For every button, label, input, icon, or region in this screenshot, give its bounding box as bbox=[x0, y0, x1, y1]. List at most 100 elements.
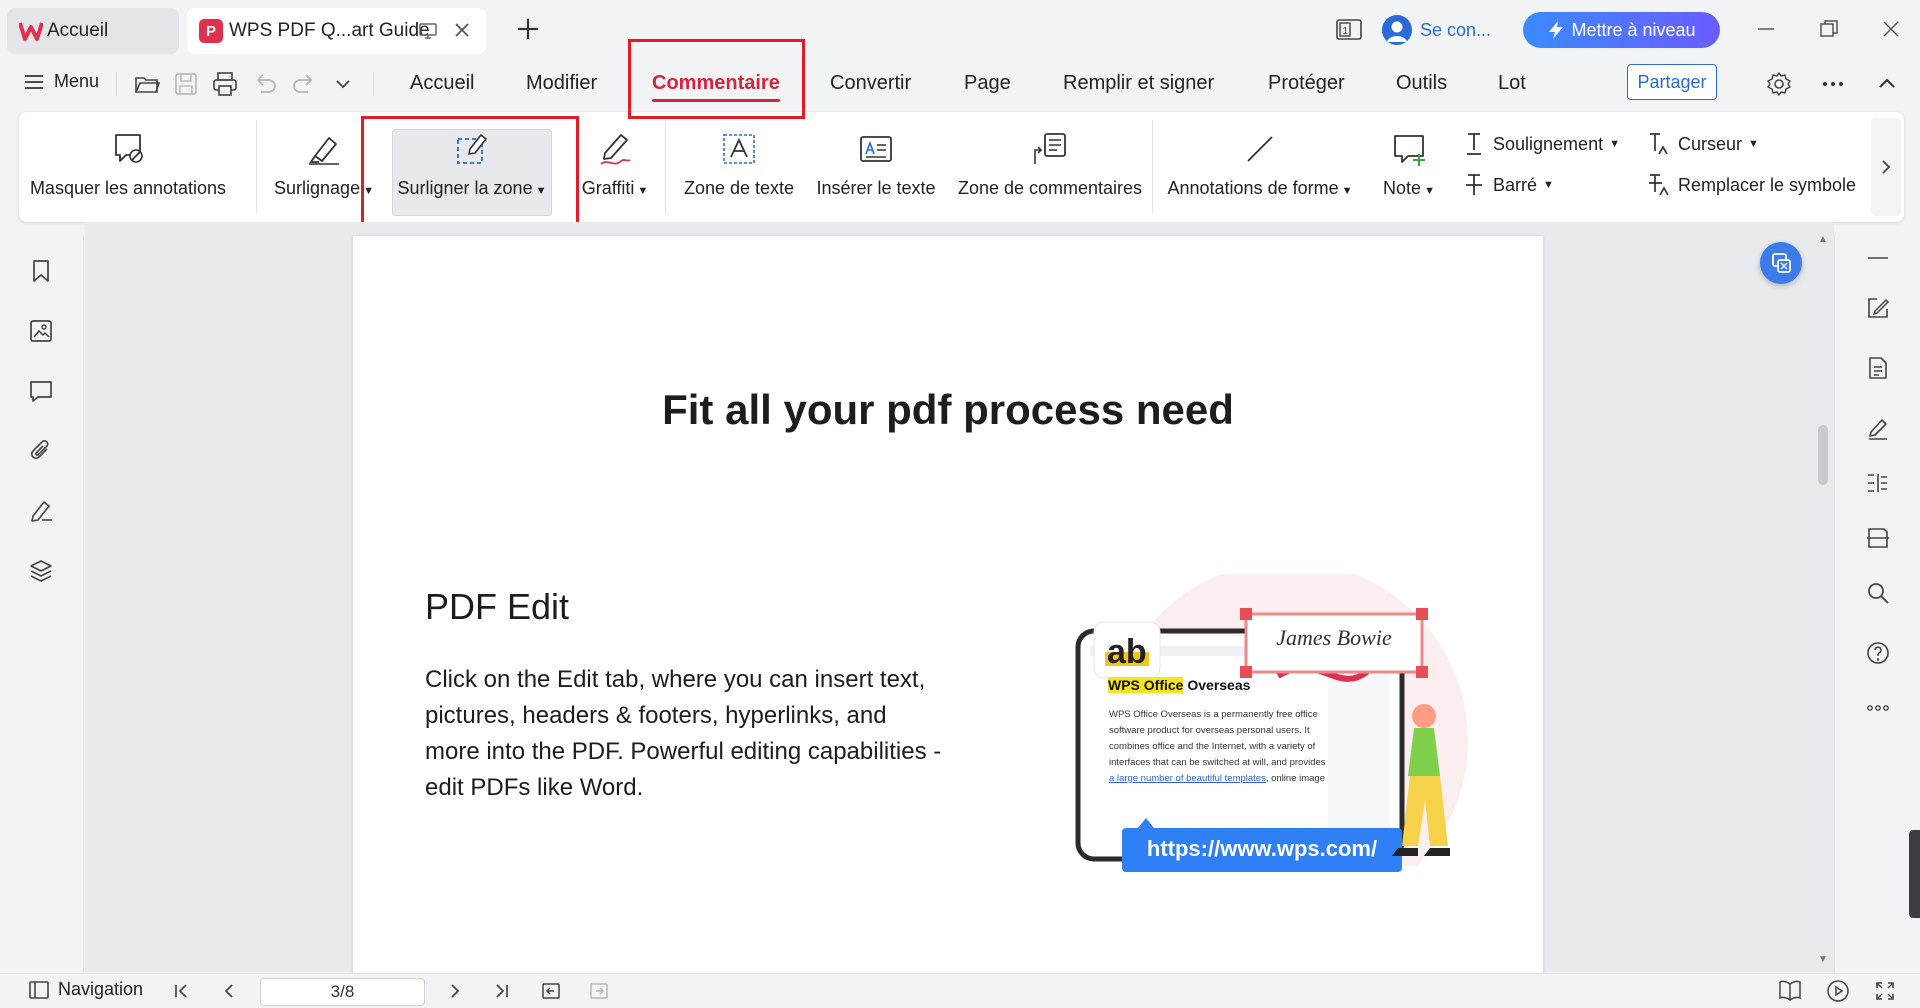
tab-lot[interactable]: Lot bbox=[1498, 72, 1526, 95]
monitor-icon[interactable] bbox=[418, 22, 438, 40]
hide-annotations-button[interactable]: Masquer les annotations bbox=[30, 112, 226, 222]
account-label: Se con... bbox=[1420, 19, 1492, 40]
title-bar: Accueil P WPS PDF Q...art Guide 1 Se con… bbox=[0, 0, 1920, 60]
illustration-line: software product for overseas personal u… bbox=[1109, 725, 1310, 736]
close-window-icon[interactable] bbox=[1880, 18, 1902, 40]
chevron-down-icon: ▼ bbox=[363, 185, 374, 197]
tab-outils[interactable]: Outils bbox=[1396, 72, 1447, 95]
separator bbox=[256, 120, 257, 214]
translate-float-button[interactable] bbox=[1760, 242, 1802, 284]
sign-pen-icon[interactable] bbox=[1865, 415, 1891, 441]
more-tools-icon[interactable] bbox=[1865, 695, 1891, 721]
previous-page-icon[interactable] bbox=[219, 981, 239, 1001]
insert-text-button[interactable]: Insérer le texte bbox=[809, 112, 943, 222]
graffiti-button[interactable]: Graffiti ▼ bbox=[575, 112, 655, 222]
overseas-text: Overseas bbox=[1183, 677, 1251, 693]
new-tab-icon[interactable] bbox=[515, 16, 541, 42]
first-page-icon[interactable] bbox=[171, 981, 191, 1001]
print-icon[interactable] bbox=[211, 70, 239, 98]
upgrade-label: Mettre à niveau bbox=[1571, 19, 1696, 40]
hide-annotations-icon bbox=[115, 134, 143, 163]
translate-icon bbox=[1772, 253, 1791, 273]
comments-panel-icon[interactable] bbox=[28, 378, 54, 404]
chevron-down-icon: ▼ bbox=[1609, 138, 1620, 150]
reading-mode-button[interactable]: 1 bbox=[1335, 12, 1365, 48]
comment-box-button[interactable]: Zone de commentaires bbox=[955, 112, 1145, 222]
play-slideshow-icon[interactable] bbox=[1826, 979, 1850, 1003]
bookmark-icon[interactable] bbox=[28, 258, 54, 284]
fullscreen-icon[interactable] bbox=[1874, 980, 1896, 1002]
reading-view-icon[interactable] bbox=[1778, 979, 1802, 1001]
underline-label: Soulignement bbox=[1493, 133, 1604, 154]
settings-icon[interactable] bbox=[1765, 70, 1793, 98]
chevron-down-icon[interactable] bbox=[329, 70, 357, 98]
scroll-up-arrow-icon[interactable]: ▲ bbox=[1818, 234, 1828, 245]
tab-remplir-et-signer[interactable]: Remplir et signer bbox=[1063, 72, 1214, 95]
tab-proteger[interactable]: Protéger bbox=[1268, 72, 1345, 95]
upgrade-button[interactable]: Mettre à niveau bbox=[1523, 12, 1720, 48]
document-properties-icon[interactable] bbox=[1865, 355, 1891, 381]
replace-symbol-button[interactable]: Remplacer le symbole bbox=[1646, 172, 1856, 198]
text-layout-icon[interactable] bbox=[1865, 470, 1891, 496]
vertical-scrollbar[interactable] bbox=[1818, 425, 1828, 485]
share-button[interactable]: Partager bbox=[1627, 64, 1717, 100]
strikethrough-button[interactable]: Barré ▼ bbox=[1461, 172, 1554, 198]
shape-annotations-button[interactable]: Annotations de forme ▼ bbox=[1165, 112, 1355, 222]
menu-button[interactable]: Menu bbox=[24, 71, 99, 92]
left-sidebar bbox=[0, 235, 84, 973]
signature-panel-icon[interactable] bbox=[28, 498, 54, 524]
tab-document[interactable]: P WPS PDF Q...art Guide bbox=[187, 8, 486, 54]
pdf-page: Fit all your pdf process need PDF Edit C… bbox=[353, 236, 1543, 973]
search-icon[interactable] bbox=[1865, 580, 1891, 606]
tab-page[interactable]: Page bbox=[964, 72, 1011, 95]
area-highlight-button[interactable]: Surligner la zone ▼ bbox=[392, 112, 552, 222]
layers-icon[interactable] bbox=[28, 558, 54, 584]
close-tab-icon[interactable] bbox=[452, 20, 472, 40]
tab-commentaire[interactable]: Commentaire bbox=[652, 72, 780, 102]
help-icon[interactable] bbox=[1865, 640, 1891, 666]
document-viewer[interactable]: Fit all your pdf process need PDF Edit C… bbox=[85, 222, 1834, 973]
separator bbox=[1152, 120, 1153, 214]
illustration-line: interfaces that can be switched at will,… bbox=[1109, 757, 1326, 768]
collapse-ribbon-icon[interactable] bbox=[1873, 70, 1901, 98]
menu-label: Menu bbox=[54, 71, 100, 91]
wps-office-highlight: WPS Office bbox=[1108, 677, 1184, 693]
save-icon[interactable] bbox=[172, 70, 200, 98]
undo-icon[interactable] bbox=[251, 70, 279, 98]
avatar-icon bbox=[1382, 15, 1412, 45]
attachment-icon[interactable] bbox=[28, 438, 54, 464]
last-page-icon[interactable] bbox=[492, 981, 512, 1001]
minimize-icon[interactable] bbox=[1755, 18, 1777, 40]
tab-convertir[interactable]: Convertir bbox=[830, 72, 911, 95]
highlight-button[interactable]: Surlignage ▼ bbox=[269, 112, 379, 222]
underline-button[interactable]: Soulignement ▼ bbox=[1461, 131, 1620, 157]
restore-icon[interactable] bbox=[1818, 18, 1840, 40]
scan-document-icon[interactable] bbox=[1865, 525, 1891, 551]
open-folder-icon[interactable] bbox=[133, 70, 161, 98]
text-box-label: Zone de texte bbox=[683, 178, 795, 198]
navigation-button[interactable]: Navigation bbox=[28, 979, 143, 1000]
edit-page-icon[interactable] bbox=[1865, 295, 1891, 321]
caret-label: Curseur bbox=[1678, 133, 1743, 154]
comment-box-icon bbox=[1034, 133, 1066, 164]
go-back-icon[interactable] bbox=[541, 981, 561, 1001]
note-button[interactable]: Note ▼ bbox=[1379, 112, 1439, 222]
scroll-down-arrow-icon[interactable]: ▼ bbox=[1818, 954, 1828, 965]
right-sidebar bbox=[1834, 235, 1920, 973]
thumbnail-icon[interactable] bbox=[28, 318, 54, 344]
tab-accueil[interactable]: Accueil bbox=[410, 72, 474, 95]
chevron-right-icon bbox=[1882, 160, 1891, 174]
tab-home[interactable]: Accueil bbox=[7, 8, 179, 54]
navigation-panel-icon bbox=[29, 980, 49, 999]
more-options-icon[interactable] bbox=[1819, 70, 1847, 98]
next-page-icon[interactable] bbox=[445, 981, 465, 1001]
redo-icon[interactable] bbox=[290, 70, 318, 98]
go-forward-icon[interactable] bbox=[589, 981, 609, 1001]
ribbon-scroll-right-button[interactable] bbox=[1871, 118, 1901, 216]
account-button[interactable]: Se con... bbox=[1382, 12, 1491, 48]
tab-modifier[interactable]: Modifier bbox=[526, 72, 597, 95]
caret-button[interactable]: Curseur ▼ bbox=[1646, 131, 1759, 157]
page-number-input[interactable] bbox=[260, 978, 425, 1006]
collapse-panel-icon[interactable] bbox=[1865, 245, 1891, 271]
text-box-button[interactable]: Zone de texte bbox=[679, 112, 799, 222]
